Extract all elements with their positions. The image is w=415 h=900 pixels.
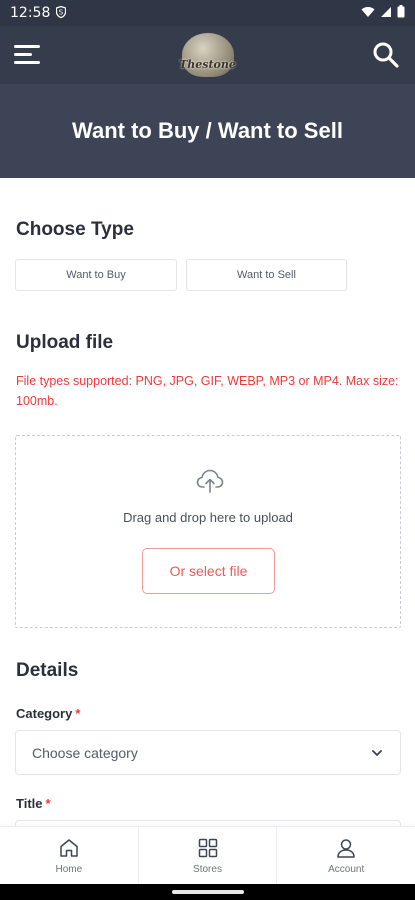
signal-icon xyxy=(380,5,392,21)
nav-item-stores[interactable]: Stores xyxy=(139,827,278,884)
details-title: Details xyxy=(16,660,79,681)
menu-icon[interactable] xyxy=(14,42,44,68)
logo[interactable]: Thestone xyxy=(178,31,238,79)
nav-label-home: Home xyxy=(55,863,83,875)
home-icon xyxy=(60,838,78,857)
home-gesture-handle[interactable] xyxy=(171,890,244,894)
page-title: Want to Buy / Want to Sell xyxy=(72,118,343,143)
wifi-icon xyxy=(361,5,375,21)
status-bar: 12:58 S xyxy=(0,0,415,26)
upload-dropzone[interactable]: Drag and drop here to upload Or select f… xyxy=(15,435,401,628)
bottom-nav: Home Stores Account xyxy=(0,826,415,884)
nav-item-account[interactable]: Account xyxy=(277,827,415,884)
logo-text: Thestone xyxy=(179,58,236,71)
title-label: Title * xyxy=(16,796,51,811)
upload-file-title: Upload file xyxy=(16,332,114,353)
category-label: Category * xyxy=(16,706,80,721)
category-select[interactable]: Choose category xyxy=(15,730,401,775)
status-time: 12:58 xyxy=(10,5,51,21)
choose-type-title: Choose Type xyxy=(16,219,134,240)
chevron-down-icon xyxy=(370,746,384,760)
system-nav-bar xyxy=(0,884,415,900)
category-label-text: Category xyxy=(16,706,73,721)
file-types-hint: File types supported: PNG, JPG, GIF, WEB… xyxy=(16,374,399,408)
search-icon[interactable] xyxy=(371,40,401,70)
required-mark: * xyxy=(75,706,81,721)
user-icon xyxy=(337,838,355,858)
nav-item-home[interactable]: Home xyxy=(0,827,139,884)
dropzone-text: Drag and drop here to upload xyxy=(123,510,293,525)
cloud-upload-icon xyxy=(196,468,224,494)
title-label-text: Title xyxy=(16,796,43,811)
category-select-value: Choose category xyxy=(32,744,138,761)
want-to-buy-button[interactable]: Want to Buy xyxy=(15,259,177,291)
s-shield-icon: S xyxy=(56,5,67,21)
select-file-button[interactable]: Or select file xyxy=(142,548,275,594)
nav-label-account: Account xyxy=(328,863,365,875)
app-bar: Thestone xyxy=(0,26,415,84)
required-mark: * xyxy=(45,796,51,811)
svg-text:S: S xyxy=(59,8,64,16)
nav-label-stores: Stores xyxy=(193,863,222,875)
battery-icon xyxy=(397,5,405,21)
want-to-sell-button[interactable]: Want to Sell xyxy=(186,259,347,291)
hero-banner: Want to Buy / Want to Sell xyxy=(0,84,415,178)
grid-icon xyxy=(198,838,217,857)
